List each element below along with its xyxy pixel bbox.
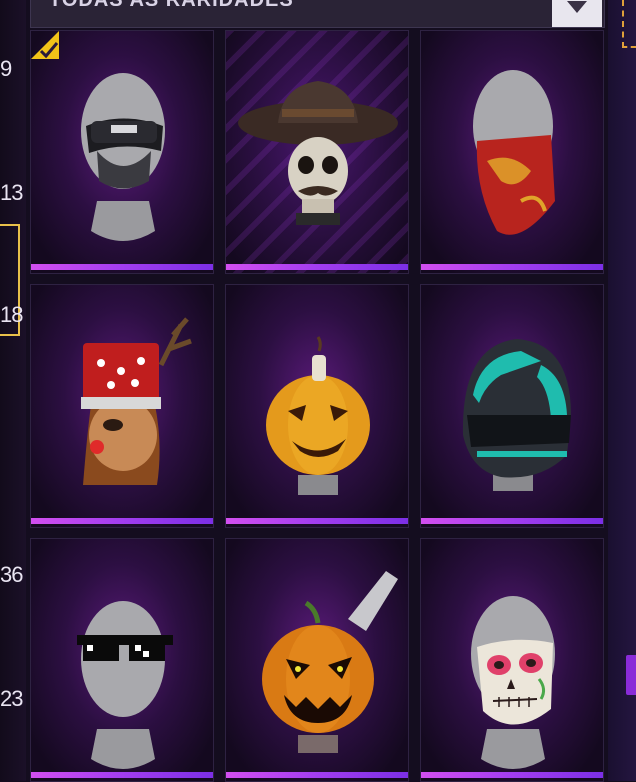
item-tile-pixel-sunglasses[interactable] [30, 538, 214, 782]
rarity-bar [421, 264, 603, 270]
equipped-check-icon [31, 31, 59, 59]
item-tile-tactical-mask[interactable] [30, 30, 214, 274]
rarity-filter-dropdown[interactable]: TODAS AS RARIDADES [30, 0, 605, 28]
rarity-bar [31, 518, 213, 524]
rarity-bar [226, 518, 408, 524]
right-frame-corner [622, 0, 636, 48]
rarity-bar [226, 264, 408, 270]
item-tile-reindeer-hat[interactable] [30, 284, 214, 528]
left-value-1: 9 [0, 56, 12, 81]
rarity-bar [226, 772, 408, 778]
item-tile-pumpkin-cleaver[interactable] [225, 538, 409, 782]
skull-cowboy-icon [238, 81, 398, 225]
rarity-bar [31, 772, 213, 778]
left-value-5: 23 [0, 686, 23, 711]
left-panel-strip [0, 0, 26, 781]
item-tile-red-bandana[interactable] [420, 30, 604, 274]
chevron-down-icon[interactable] [552, 0, 602, 27]
item-tile-pumpkin-head[interactable] [225, 284, 409, 528]
item-tile-teal-helmet[interactable] [420, 284, 604, 528]
left-value-4: 36 [0, 562, 23, 587]
rarity-bar [31, 264, 213, 270]
left-value-3: 18 [0, 302, 24, 327]
pumpkin-cleaver-icon [262, 571, 398, 753]
pixel-sunglasses-icon [77, 601, 173, 769]
rarity-bar [421, 772, 603, 778]
sugar-skull-mask-icon [471, 596, 555, 769]
teal-helmet-icon [462, 339, 571, 491]
reindeer-hat-icon [81, 317, 192, 485]
red-bandana-icon [473, 70, 555, 235]
tactical-mask-icon [81, 73, 165, 241]
pumpkin-head-icon [266, 336, 370, 495]
rarity-filter-label: TODAS AS RARIDADES [49, 0, 294, 11]
left-value-2: 13 [0, 180, 23, 205]
right-side-tab[interactable] [626, 655, 636, 695]
item-tile-skull-cowboy[interactable] [225, 30, 409, 274]
item-tile-sugar-skull-mask[interactable] [420, 538, 604, 782]
left-selected-item[interactable]: 18 [0, 224, 24, 336]
rarity-bar [421, 518, 603, 524]
